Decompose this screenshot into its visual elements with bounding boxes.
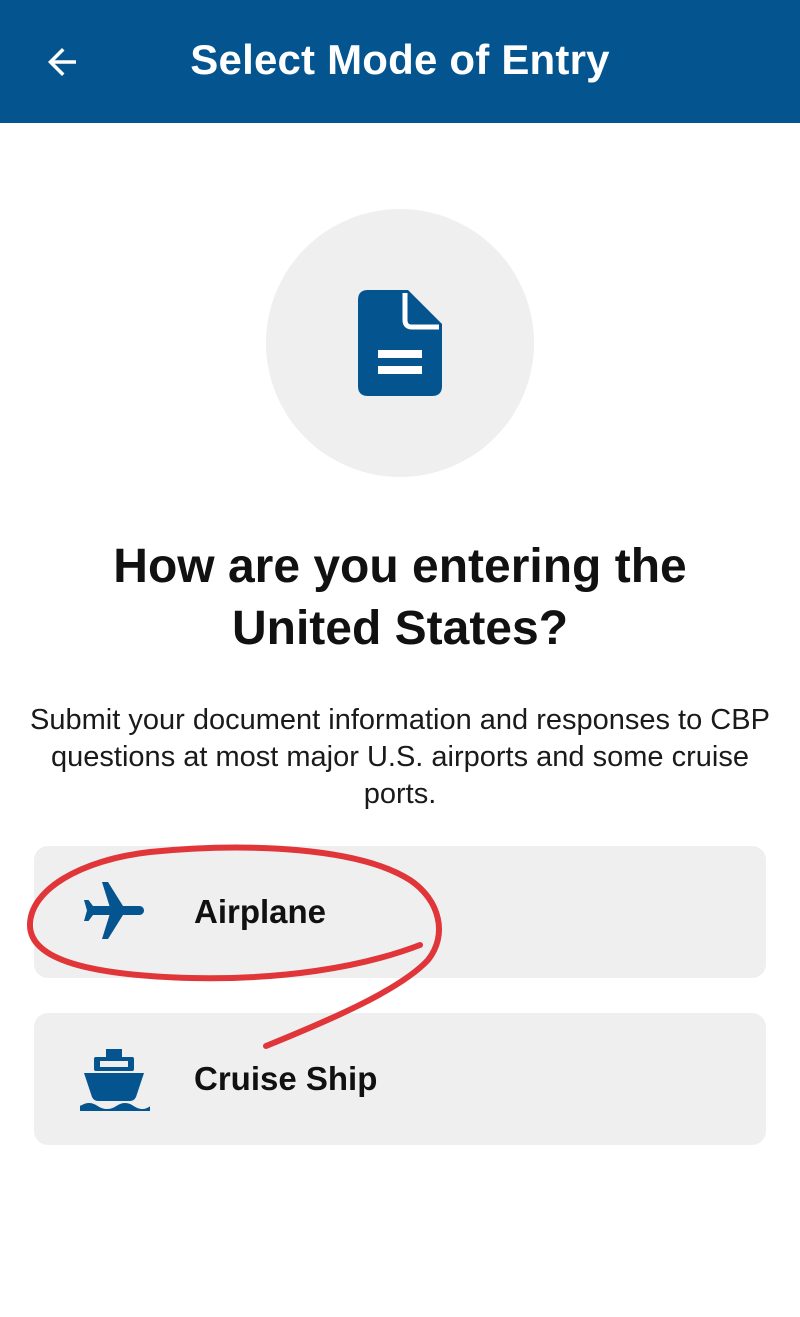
airplane-icon [84, 882, 144, 939]
option-label: Airplane [194, 893, 327, 930]
option-airplane[interactable]: Airplane [34, 846, 766, 978]
page-title: Select Mode of Entry [190, 36, 610, 83]
question-heading: How are you entering the United States? [113, 540, 687, 655]
option-cruise-ship[interactable]: Cruise Ship [34, 1013, 766, 1145]
option-label: Cruise Ship [194, 1060, 378, 1097]
description-text: Submit your document information and res… [30, 704, 770, 810]
ship-icon [79, 1049, 150, 1111]
app-bar: Select Mode of Entry [0, 0, 800, 123]
document-icon [358, 290, 442, 396]
